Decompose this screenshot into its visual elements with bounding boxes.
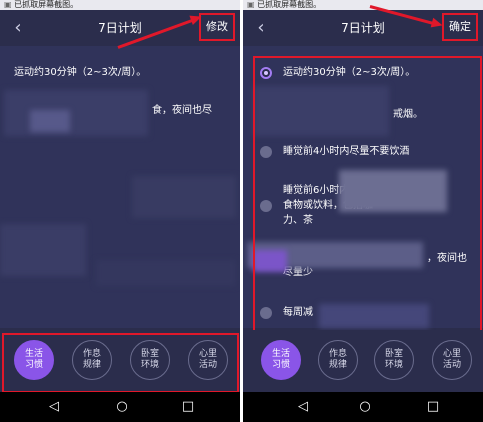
title-bar: ‹ 7日计划 确定 (243, 10, 483, 46)
tab-label: 心里 (442, 349, 461, 359)
screenshot-icon: ▣ (247, 0, 255, 9)
nav-recent-icon[interactable]: □ (423, 398, 443, 416)
confirm-button[interactable]: 确定 (442, 13, 478, 41)
tab-bar-highlight-box (2, 333, 239, 393)
tab-label: 作息 (328, 349, 347, 359)
title-bar: ‹ 7日计划 修改 (0, 10, 240, 46)
right-phone-screen: ▣ 已抓取屏幕截图。 ‹ 7日计划 确定 运动约30分钟（2~3次/周）。 戒烟… (243, 0, 483, 422)
mosaic-blur (96, 260, 236, 286)
tab-label: 活动 (442, 360, 461, 370)
nav-back-icon[interactable]: ◁ (44, 398, 64, 416)
screenshot-icon: ▣ (4, 0, 12, 9)
mosaic-blur (30, 110, 70, 132)
nav-home-icon[interactable]: ○ (112, 398, 132, 416)
nav-recent-icon[interactable]: □ (178, 398, 198, 416)
tab-label: 卧室 (384, 349, 403, 359)
plan-row-text: 运动约30分钟（2~3次/周）。 (14, 67, 147, 78)
left-phone-screen: ▣ 已抓取屏幕截图。 ‹ 7日计划 修改 运动约30分钟（2~3次/周）。 食，… (0, 0, 240, 422)
tab-label: 习惯 (271, 360, 290, 370)
category-tab-bar: 生活 习惯 作息 规律 卧室 环境 心里 活动 (243, 330, 483, 390)
tab-label: 环境 (384, 360, 403, 370)
plan-row-text: 食，夜间也尽 (152, 105, 212, 116)
tab-mental-activity[interactable]: 心里 活动 (432, 340, 472, 380)
nav-home-icon[interactable]: ○ (355, 398, 375, 416)
options-highlight-box (253, 56, 482, 334)
tab-label: 规律 (328, 360, 347, 370)
tab-label: 生活 (271, 349, 290, 359)
mosaic-blur (0, 224, 86, 276)
nav-bar: ◁ ○ □ (0, 392, 240, 422)
mosaic-blur (4, 90, 148, 136)
tab-bedroom-environment[interactable]: 卧室 环境 (374, 340, 414, 380)
tab-life-habits[interactable]: 生活 习惯 (261, 340, 301, 380)
edit-button[interactable]: 修改 (199, 13, 235, 41)
status-text: 已抓取屏幕截图。 (257, 0, 322, 9)
status-bar: ▣ 已抓取屏幕截图。 (0, 0, 240, 10)
nav-back-icon[interactable]: ◁ (293, 398, 313, 416)
status-text: 已抓取屏幕截图。 (14, 0, 79, 9)
tab-routine[interactable]: 作息 规律 (318, 340, 358, 380)
nav-bar: ◁ ○ □ (243, 392, 483, 422)
plan-content: 运动约30分钟（2~3次/周）。 食，夜间也尽 (0, 46, 240, 328)
status-bar: ▣ 已抓取屏幕截图。 (243, 0, 483, 10)
mosaic-blur (132, 176, 236, 218)
